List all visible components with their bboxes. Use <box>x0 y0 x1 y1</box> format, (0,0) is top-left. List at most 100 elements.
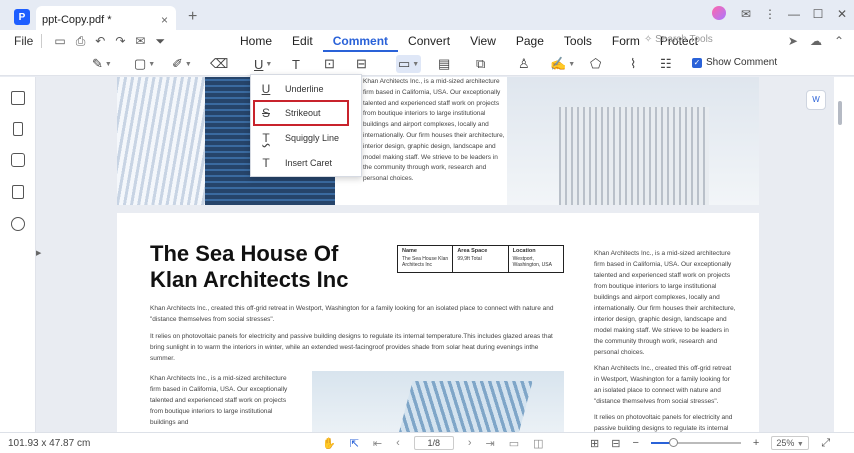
chevron-down-icon: ▼ <box>412 60 420 68</box>
zoom-level-select[interactable]: 25% ▼ <box>771 436 810 450</box>
notification-icon[interactable]: ✉ <box>734 7 758 21</box>
menu-edit[interactable]: Edit <box>282 30 323 52</box>
next-page-icon[interactable]: › <box>468 437 472 449</box>
page-title-line-2: Klan Architects Inc <box>150 267 349 292</box>
checkbox-checked-icon[interactable]: ✓ <box>692 57 702 68</box>
note-tool[interactable]: ▤ <box>438 55 450 73</box>
link-comment-tool[interactable]: ⧉ <box>476 55 485 73</box>
zoom-slider[interactable] <box>650 438 741 447</box>
print-icon[interactable]: ⎙ <box>76 34 86 49</box>
undo-icon[interactable]: ↶ <box>95 34 105 49</box>
attachments-panel-icon[interactable] <box>12 185 24 199</box>
select-tool-icon[interactable]: ⇱ <box>350 437 359 450</box>
last-page-icon[interactable]: ⇥ <box>485 437 494 450</box>
redo-icon[interactable]: ↷ <box>115 34 125 49</box>
word-convert-icon[interactable]: W <box>806 90 826 110</box>
comments-panel-icon[interactable] <box>11 153 25 167</box>
info-area-cell: Area Space 99,9ft Total <box>453 246 509 272</box>
info-area-label: Area Space <box>457 248 488 254</box>
fullscreen-icon[interactable]: ⤢ <box>821 437 830 450</box>
textbox-icon: ⊡ <box>324 56 335 71</box>
fit-width-icon[interactable]: ⊟ <box>611 437 620 450</box>
dropdown-strikeout[interactable]: S Strikeout <box>253 100 349 126</box>
sticky-note-icon: ▤ <box>438 56 451 71</box>
glass-facade <box>391 381 533 432</box>
search-tools-input[interactable]: ✧ Search Tools <box>644 34 713 45</box>
app-logo-icon: P <box>14 9 30 25</box>
menu-convert[interactable]: Convert <box>398 30 460 52</box>
dropdown-squiggly-line[interactable]: T Squiggly Line <box>251 126 363 150</box>
callout-tool[interactable]: ⊟ <box>356 55 367 73</box>
collapse-ribbon-icon[interactable]: ⌃ <box>834 34 844 48</box>
previous-page-icon[interactable]: ‹ <box>396 437 400 449</box>
zoom-slider-knob[interactable] <box>669 438 679 447</box>
highlight-tool[interactable]: ✎ ▼ <box>92 55 112 73</box>
area-highlight-icon: ▢ <box>134 56 147 71</box>
pencil-tool[interactable]: ✐ ▼ <box>172 55 192 73</box>
zoom-out-icon[interactable]: − <box>632 437 638 449</box>
zoom-controls: ⊞ ⊟ − + 25% ▼ ⤢ <box>590 436 830 450</box>
stamp-tool[interactable]: ♙ <box>518 55 530 73</box>
maximize-button[interactable]: ☐ <box>806 7 830 21</box>
text-markup-tool[interactable]: U ▼ <box>254 55 272 73</box>
thumbnails-icon[interactable] <box>11 91 25 105</box>
minimize-button[interactable]: — <box>782 7 806 21</box>
signature-tool[interactable]: ✍ ▼ <box>550 55 575 73</box>
info-name-value: The Sea House Klan Architects Inc <box>402 256 449 268</box>
dropdown-strikeout-label: Strikeout <box>285 108 321 118</box>
menu-page[interactable]: Page <box>506 30 554 52</box>
comment-list-tool[interactable]: ☷ <box>660 55 672 73</box>
scrollbar-thumb[interactable] <box>838 101 842 125</box>
dropdown-insert-caret[interactable]: T Insert Caret <box>251 151 363 175</box>
close-tab-icon[interactable]: × <box>161 13 168 27</box>
close-window-button[interactable]: ✕ <box>830 7 854 21</box>
attachment-tool[interactable]: ⌇ <box>630 55 636 73</box>
chevron-down-icon: ▼ <box>184 60 192 68</box>
show-comment-toggle[interactable]: ✓ Show Comment <box>692 57 777 68</box>
text-markup-dropdown: U Underline S Strikeout T Squiggly Line … <box>250 74 362 177</box>
page-navigation: ✋ ⇱ ⇤ ‹ 1/8 › ⇥ ▭ ◫ <box>322 436 544 450</box>
dropdown-underline[interactable]: U Underline <box>251 77 363 101</box>
single-page-view-icon[interactable]: ▭ <box>509 437 519 450</box>
eraser-tool[interactable]: ⌫ <box>210 55 228 73</box>
share-icon[interactable]: ➤ <box>788 34 798 48</box>
area-highlight-tool[interactable]: ▢ ▼ <box>134 55 155 73</box>
fit-page-icon[interactable]: ⊞ <box>590 437 599 450</box>
bookmark-icon[interactable] <box>13 122 23 136</box>
right-column-paragraph-1: Khan Architects Inc., is a mid-sized arc… <box>594 250 736 356</box>
new-tab-button[interactable]: + <box>188 8 197 26</box>
zoom-in-icon[interactable]: + <box>753 437 759 449</box>
vertical-scrollbar[interactable] <box>834 77 854 432</box>
account-avatar[interactable] <box>710 5 734 23</box>
menu-form[interactable]: Form <box>602 30 650 52</box>
page-number-input[interactable]: 1/8 <box>413 436 454 450</box>
expand-left-panel-icon[interactable]: ▶ <box>36 249 41 257</box>
search-icon[interactable] <box>11 217 25 231</box>
info-location-cell: Location Westport, Washington, USA <box>509 246 563 272</box>
hand-tool-icon[interactable]: ✋ <box>322 437 336 450</box>
email-icon[interactable]: ✉ <box>135 34 145 49</box>
zoom-level-value: 25% <box>776 438 795 448</box>
first-page-icon[interactable]: ⇤ <box>373 437 382 450</box>
menu-tools[interactable]: Tools <box>554 30 602 52</box>
document-viewer[interactable]: Khan Architects Inc., is a mid-sized arc… <box>42 77 832 432</box>
info-location-label: Location <box>512 248 536 254</box>
two-page-view-icon[interactable]: ◫ <box>533 437 543 450</box>
measure-tool[interactable]: ⬠ <box>590 55 601 73</box>
upload-cloud-icon[interactable]: ☁ <box>810 34 822 48</box>
pdf-page-2: The Sea House Of Klan Architects Inc Nam… <box>117 213 759 432</box>
menu-view[interactable]: View <box>460 30 506 52</box>
menu-home[interactable]: Home <box>230 30 282 52</box>
customize-dropdown-icon[interactable]: ⏷ <box>155 34 165 49</box>
menu-right-icons: ➤ ☁ ⌃ <box>788 34 844 48</box>
info-location-value: Westport, Washington, USA <box>512 256 552 268</box>
shape-tool[interactable]: ▭ ▼ <box>396 55 422 73</box>
file-menu[interactable]: File <box>14 34 33 48</box>
menu-comment[interactable]: Comment <box>322 30 399 52</box>
typewriter-tool[interactable]: T <box>292 55 300 73</box>
comment-list-icon: ☷ <box>660 56 672 71</box>
signature-icon: ✍ <box>550 56 567 71</box>
more-options-icon[interactable]: ⋮ <box>758 7 782 21</box>
save-icon[interactable]: ▭ <box>54 34 65 49</box>
textbox-tool[interactable]: ⊡ <box>324 55 335 73</box>
